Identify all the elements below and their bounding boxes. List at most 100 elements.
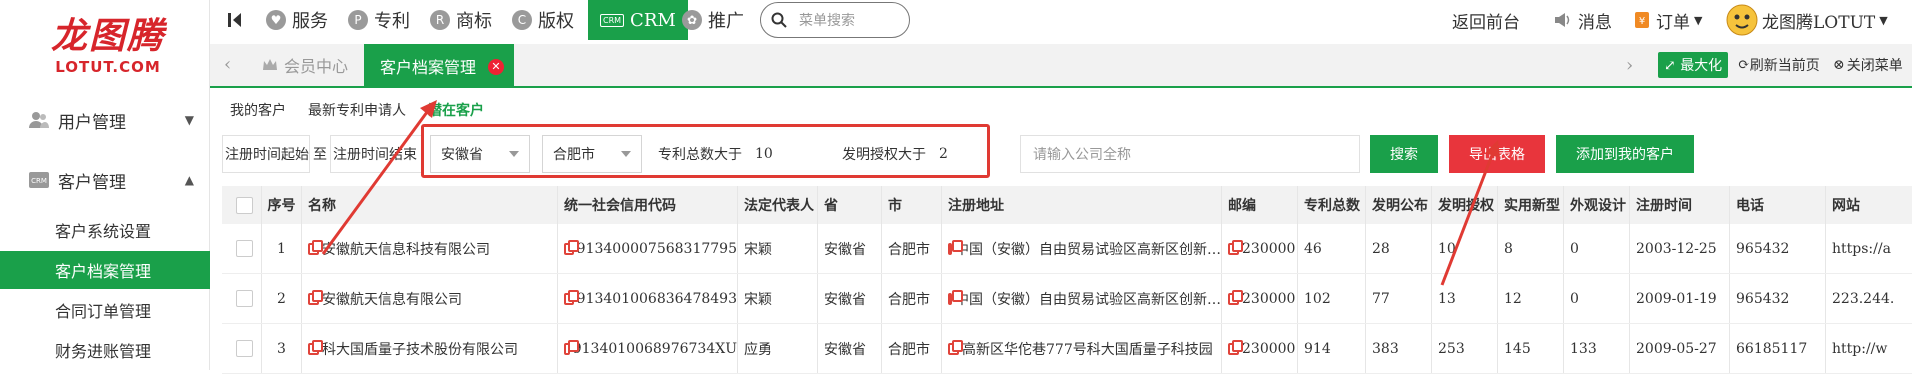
subtab-my-customers[interactable]: 我的客户 bbox=[230, 100, 286, 124]
copy-icon[interactable] bbox=[564, 339, 579, 355]
column-header[interactable]: 注册地址 bbox=[942, 186, 1222, 224]
sidebar-item-customer-settings[interactable]: 客户系统设置 bbox=[0, 211, 210, 249]
row-checkbox[interactable] bbox=[236, 240, 253, 257]
column-header[interactable]: 统一社会信用代码 bbox=[558, 186, 738, 224]
row-index: 1 bbox=[262, 224, 302, 273]
copy-icon[interactable] bbox=[1228, 339, 1243, 355]
menu-search-input[interactable]: 菜单搜索 bbox=[760, 2, 910, 38]
table-row[interactable]: 2 安徽航天信息有限公司 913401006836478493 宋颖 安徽省 合… bbox=[222, 274, 1912, 324]
column-header[interactable]: 发明公布 bbox=[1366, 186, 1432, 224]
column-header[interactable]: 法定代表人 bbox=[738, 186, 818, 224]
add-to-my-customers-button[interactable]: 添加到我的客户 bbox=[1556, 135, 1694, 173]
postcode-cell: 230000 bbox=[1222, 324, 1298, 373]
column-header[interactable]: 省 bbox=[818, 186, 882, 224]
column-header[interactable]: 专利总数 bbox=[1298, 186, 1366, 224]
website-cell[interactable]: https://a bbox=[1826, 224, 1912, 273]
sidebar-item-customer-archive[interactable]: 客户档案管理 bbox=[0, 251, 210, 289]
reg-end-input[interactable]: 注册时间结束 bbox=[330, 135, 422, 173]
row-checkbox[interactable] bbox=[236, 340, 253, 357]
tab-scroll-right-icon[interactable]: › bbox=[1626, 44, 1633, 86]
refresh-icon: ⟳ bbox=[1738, 57, 1750, 73]
nav-patent[interactable]: P 专利 bbox=[348, 0, 410, 40]
column-header[interactable]: 序号 bbox=[262, 186, 302, 224]
close-menu-label: 关闭菜单 bbox=[1846, 58, 1903, 74]
column-header[interactable]: 外观设计 bbox=[1564, 186, 1630, 224]
website-cell[interactable]: 223.244. bbox=[1826, 274, 1912, 323]
close-icon[interactable]: ✕ bbox=[488, 59, 504, 75]
nav-crm[interactable]: CRM CRM bbox=[588, 0, 688, 40]
collapse-sidebar-icon[interactable] bbox=[226, 0, 244, 40]
logo[interactable]: 龙图腾 LOTUT.COM bbox=[38, 14, 178, 84]
row-checkbox[interactable] bbox=[236, 290, 253, 307]
city-cell: 合肥市 bbox=[882, 224, 942, 273]
export-table-button[interactable]: 导出表格 bbox=[1449, 135, 1545, 173]
company-name[interactable]: 安徽航天信息科技有限公司 bbox=[322, 239, 490, 259]
copy-icon[interactable] bbox=[1228, 289, 1243, 305]
column-header[interactable]: 市 bbox=[882, 186, 942, 224]
province-cell: 安徽省 bbox=[818, 274, 882, 323]
column-header[interactable]: 名称 bbox=[302, 186, 558, 224]
select-all-checkbox[interactable] bbox=[236, 196, 253, 214]
sidebar-group-customers[interactable]: CRM 客户管理 ▲ bbox=[0, 160, 210, 200]
nav-service[interactable]: ♥ 服务 bbox=[266, 0, 328, 40]
close-menu-button[interactable]: ⊗ 关闭菜单 bbox=[1833, 44, 1903, 86]
search-button[interactable]: 搜索 bbox=[1370, 135, 1438, 173]
search-icon bbox=[771, 12, 787, 28]
copy-icon[interactable] bbox=[308, 339, 323, 355]
back-to-frontend-link[interactable]: 返回前台 bbox=[1452, 0, 1520, 40]
company-name-filter: 请输入公司全称 bbox=[1020, 135, 1360, 173]
user-menu[interactable]: 龙图腾LOTUT ▼ bbox=[1726, 0, 1888, 40]
tab-member-center[interactable]: 会员中心 bbox=[262, 44, 348, 86]
company-name-input[interactable]: 请输入公司全称 bbox=[1020, 135, 1360, 173]
tab-scroll-left-icon[interactable]: ‹ bbox=[224, 54, 231, 75]
column-header[interactable]: 发明授权 bbox=[1432, 186, 1498, 224]
copy-icon[interactable] bbox=[948, 239, 963, 255]
orders-menu[interactable]: ¥ 订单 ▼ bbox=[1634, 0, 1702, 40]
messages-button[interactable]: 消息 bbox=[1554, 0, 1612, 40]
reg-start-input[interactable]: 注册时间起始 bbox=[222, 135, 310, 173]
legal-rep-cell: 应勇 bbox=[738, 324, 818, 373]
invention-publish-cell: 77 bbox=[1366, 274, 1432, 323]
subtab-latest-applicants[interactable]: 最新专利申请人 bbox=[308, 100, 406, 124]
sidebar-item-finance[interactable]: 财务进账管理 bbox=[0, 331, 210, 369]
refresh-page-button[interactable]: ⟳ 刷新当前页 bbox=[1738, 44, 1820, 86]
column-header[interactable]: 注册时间 bbox=[1630, 186, 1730, 224]
postcode: 230000 bbox=[1242, 290, 1296, 307]
maximize-button[interactable]: ⤢ 最大化 bbox=[1658, 44, 1729, 86]
table-header: 序号 名称 统一社会信用代码 法定代表人 省 市 注册地址 邮编 专利总数 发明… bbox=[222, 186, 1912, 224]
copy-icon[interactable] bbox=[308, 239, 323, 255]
company-name-cell: 安徽航天信息有限公司 bbox=[302, 274, 558, 323]
copy-icon[interactable] bbox=[308, 289, 323, 305]
table-row[interactable]: 3 科大国盾量子技术股份有限公司 9134010068976734XU 应勇 安… bbox=[222, 324, 1912, 374]
sidebar-group-label: 用户管理 bbox=[58, 112, 126, 133]
design-cell: 133 bbox=[1564, 324, 1630, 373]
sidebar-group-users[interactable]: 用户管理 ▼ bbox=[0, 100, 210, 140]
subtab-potential-customers[interactable]: 潜在客户 bbox=[428, 100, 484, 124]
copy-icon[interactable] bbox=[948, 289, 963, 305]
sidebar-item-contracts[interactable]: 合同订单管理 bbox=[0, 291, 210, 329]
nav-label: 版权 bbox=[538, 11, 574, 32]
tab-customer-archive[interactable]: 客户档案管理 ✕ bbox=[364, 44, 514, 88]
order-icon: ¥ bbox=[1635, 12, 1649, 28]
column-header[interactable]: 邮编 bbox=[1222, 186, 1298, 224]
column-header[interactable]: 实用新型 bbox=[1498, 186, 1564, 224]
copy-icon[interactable] bbox=[564, 239, 579, 255]
website-cell[interactable]: http://w bbox=[1826, 324, 1912, 373]
nav-trademark[interactable]: R 商标 bbox=[430, 0, 492, 40]
nav-label: 商标 bbox=[456, 11, 492, 32]
table-row[interactable]: 1 安徽航天信息科技有限公司 913400007568317795 宋颖 安徽省… bbox=[222, 224, 1912, 274]
company-name[interactable]: 安徽航天信息有限公司 bbox=[322, 289, 462, 309]
nav-label: 专利 bbox=[374, 11, 410, 32]
credit-code: 913400007568317795 bbox=[576, 240, 737, 257]
nav-promote[interactable]: ✿ 推广 bbox=[682, 0, 744, 40]
company-name[interactable]: 科大国盾量子技术股份有限公司 bbox=[322, 339, 518, 359]
nav-copyright[interactable]: C 版权 bbox=[512, 0, 574, 40]
copy-icon[interactable] bbox=[1228, 239, 1243, 255]
column-header[interactable]: 网站 bbox=[1826, 186, 1912, 224]
credit-code-cell: 9134010068976734XU bbox=[558, 324, 738, 373]
copy-icon[interactable] bbox=[948, 339, 963, 355]
copy-icon[interactable] bbox=[564, 289, 579, 305]
crm-icon: CRM bbox=[600, 13, 625, 27]
customer-subtabs: 我的客户 最新专利申请人 潜在客户 bbox=[230, 100, 484, 124]
column-header[interactable]: 电话 bbox=[1730, 186, 1826, 224]
